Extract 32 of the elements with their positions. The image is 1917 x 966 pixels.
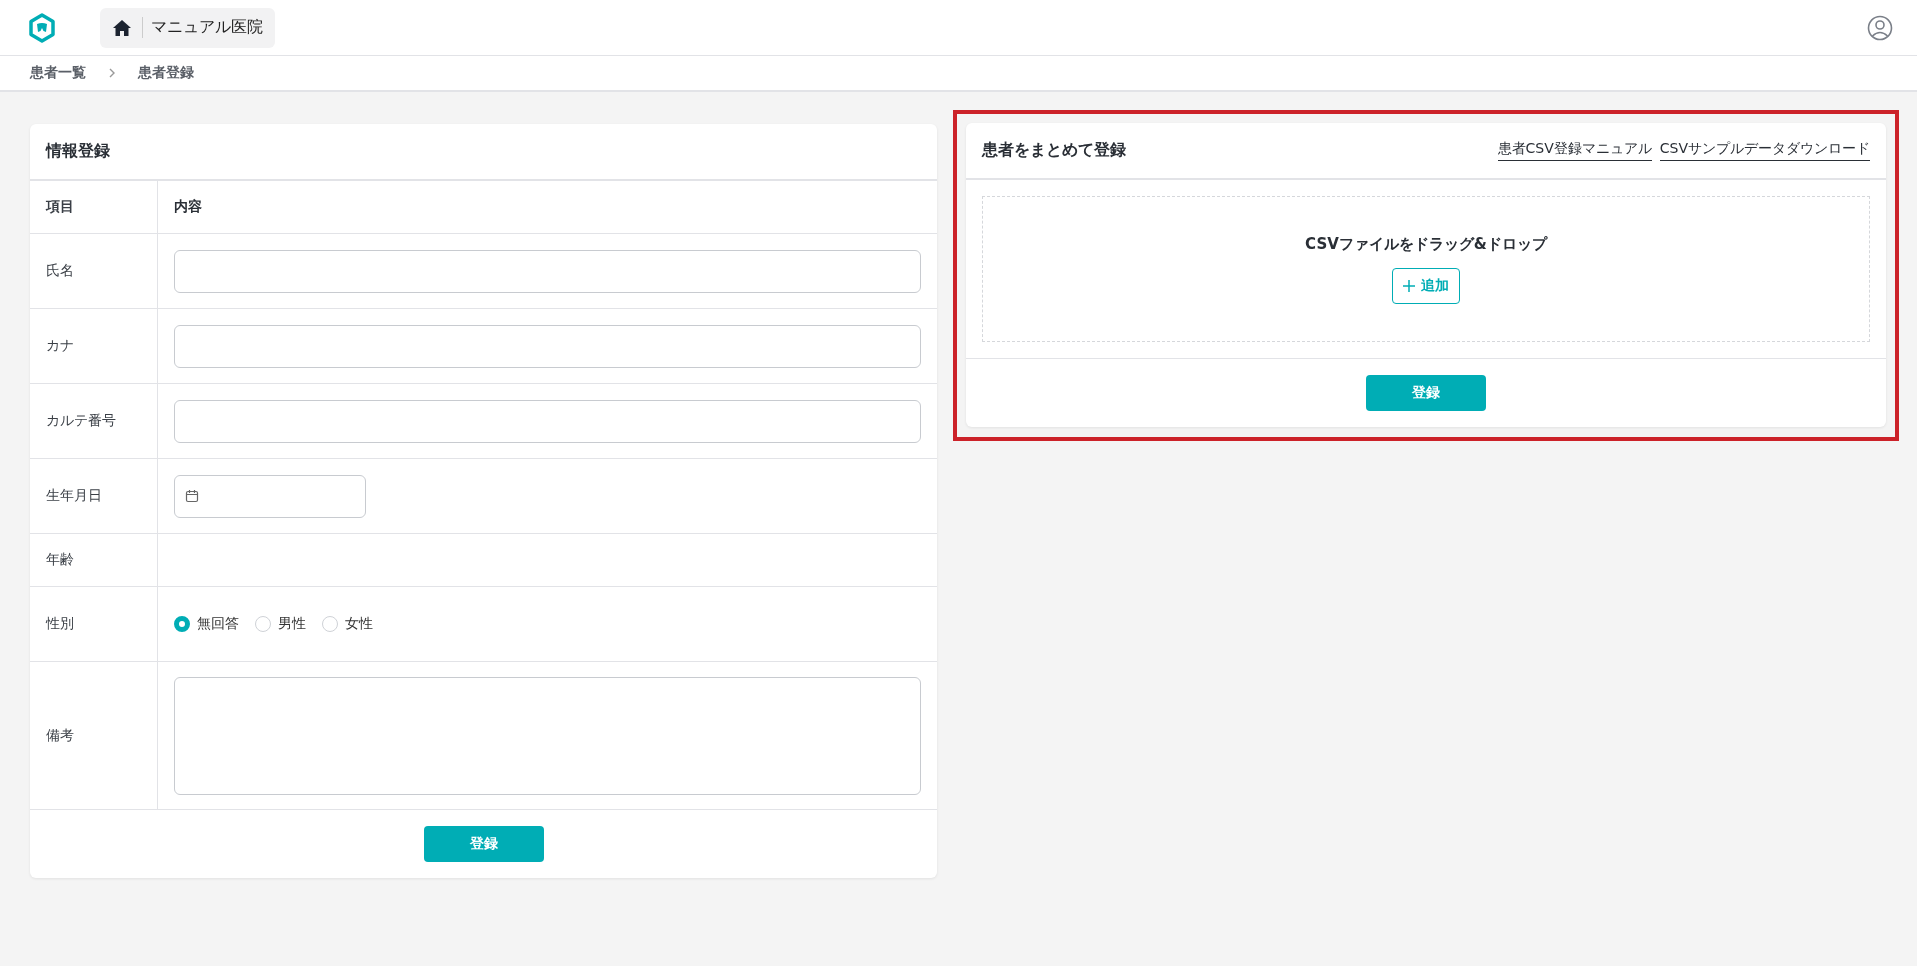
plus-icon xyxy=(1403,279,1415,292)
field-label: 備考 xyxy=(30,662,158,809)
card-title: 患者をまとめて登録 xyxy=(982,140,1126,161)
radio-option[interactable]: 無回答 xyxy=(174,615,239,633)
breadcrumb-item: 患者登録 xyxy=(138,64,194,82)
text-input-field[interactable] xyxy=(174,324,921,368)
card-title: 情報登録 xyxy=(46,141,110,162)
field-label: カナ xyxy=(30,309,158,383)
help-link[interactable]: 患者CSV登録マニュアル xyxy=(1497,140,1652,161)
calendar-icon xyxy=(185,489,199,503)
file-dropzone[interactable]: CSVファイルをドラッグ&ドロップ 追加 xyxy=(982,196,1870,342)
user-avatar-icon[interactable] xyxy=(1867,14,1893,41)
column-header: 内容 xyxy=(173,197,203,216)
radio-option[interactable]: 女性 xyxy=(322,615,373,633)
field-label: 性別 xyxy=(30,587,158,661)
text-input-field[interactable] xyxy=(174,399,921,443)
text-input-field[interactable] xyxy=(174,249,921,293)
field-label: 生年月日 xyxy=(30,459,158,533)
home-icon[interactable] xyxy=(112,18,132,37)
date-input-field[interactable] xyxy=(174,474,366,518)
dropzone-text: CSVファイルをドラッグ&ドロップ xyxy=(1305,234,1547,254)
field-label: 氏名 xyxy=(30,234,158,308)
help-link[interactable]: CSVサンプルデータダウンロード xyxy=(1659,140,1870,161)
field-label: 年齢 xyxy=(30,534,158,586)
clinic-name: マニュアル医院 xyxy=(142,17,263,38)
notes-textarea-field[interactable] xyxy=(174,676,921,795)
field-label: カルテ番号 xyxy=(30,384,158,458)
logo-icon[interactable] xyxy=(28,12,56,43)
column-header: 項目 xyxy=(30,181,158,233)
breadcrumb-item[interactable]: 患者一覧 xyxy=(30,64,86,82)
radio-option[interactable]: 男性 xyxy=(255,615,306,633)
chevron-right-icon xyxy=(108,67,116,79)
